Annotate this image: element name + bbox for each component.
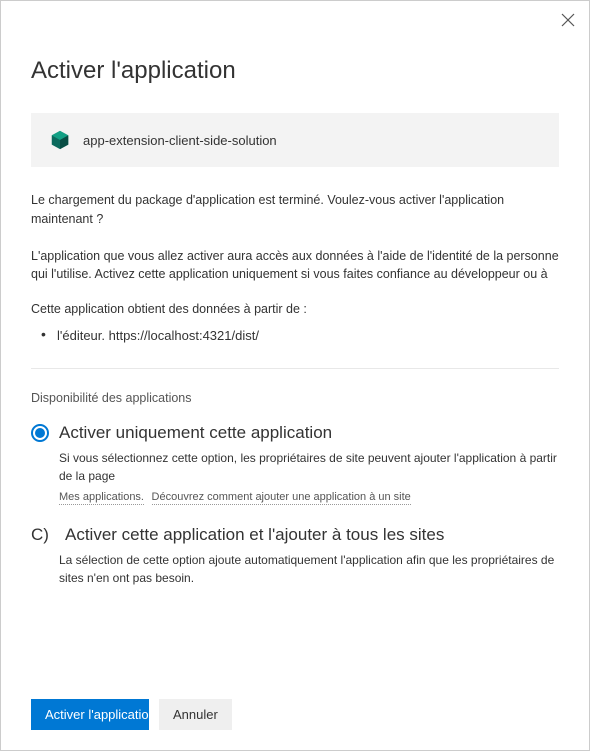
- activate-app-dialog: Activer l'application app-extension-clie…: [1, 1, 589, 750]
- option-enable-only[interactable]: Activer uniquement cette application Si …: [31, 423, 559, 505]
- app-name: app-extension-client-side-solution: [83, 133, 277, 148]
- option-prefix: C): [31, 525, 55, 545]
- package-icon: [49, 129, 71, 151]
- app-info-box: app-extension-client-side-solution: [31, 113, 559, 167]
- close-icon[interactable]: [561, 13, 575, 31]
- data-source-item: l'éditeur. https://localhost:4321/dist/: [37, 326, 559, 346]
- option-enable-all-sites[interactable]: C) Activer cette application et l'ajoute…: [31, 525, 559, 589]
- cancel-button[interactable]: Annuler: [159, 699, 232, 730]
- dialog-footer: Activer l'application Annuler: [31, 699, 559, 750]
- option-description: Si vous sélectionnez cette option, les p…: [31, 449, 559, 485]
- data-source-list: l'éditeur. https://localhost:4321/dist/: [31, 326, 559, 346]
- option-sublink-myapps[interactable]: Mes applications.: [59, 491, 144, 505]
- availability-label: Disponibilité des applications: [31, 391, 559, 405]
- intro-text: Le chargement du package d'application e…: [31, 191, 559, 229]
- data-source-label: Cette application obtient des données à …: [31, 302, 559, 316]
- activate-button[interactable]: Activer l'application: [31, 699, 149, 730]
- access-text: L'application que vous allez activer aur…: [31, 247, 559, 285]
- dialog-title: Activer l'application: [31, 57, 559, 85]
- radio-selected-icon[interactable]: [31, 424, 49, 442]
- option-sublink-learn[interactable]: Découvrez comment ajouter une applicatio…: [148, 491, 410, 505]
- option-label: Activer cette application et l'ajouter à…: [65, 525, 444, 545]
- option-description: La sélection de cette option ajoute auto…: [31, 551, 559, 587]
- option-label: Activer uniquement cette application: [59, 423, 332, 443]
- divider: [31, 368, 559, 369]
